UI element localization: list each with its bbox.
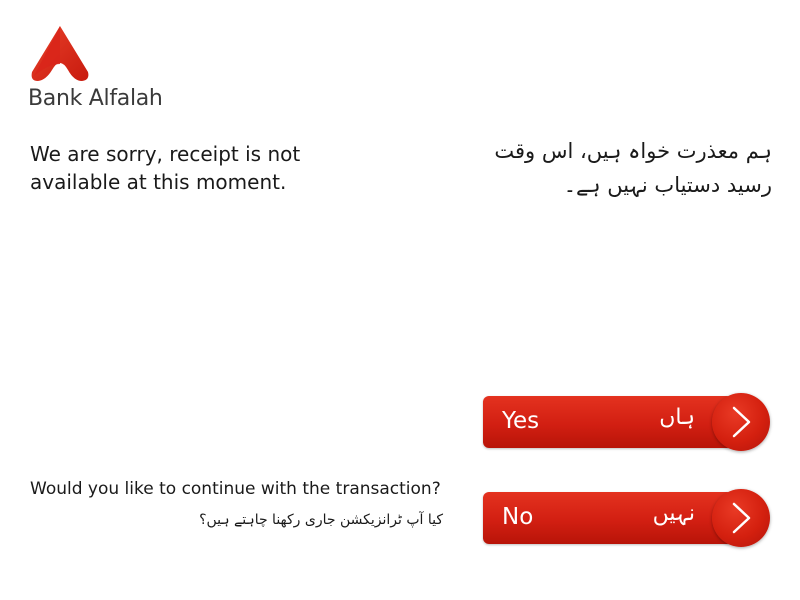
continue-question-urdu: کیا آپ ٹرانزیکشن جاری رکھنا چاہتے ہیں؟ <box>199 512 443 528</box>
chevron-right-icon <box>732 406 751 438</box>
no-button[interactable]: No نہیں <box>483 492 733 544</box>
bank-logo: Bank Alfalah <box>28 26 178 116</box>
receipt-message-english: We are sorry, receipt is not available a… <box>30 142 301 194</box>
no-arrow-button[interactable] <box>712 489 770 547</box>
brand-name: Bank Alfalah <box>28 86 163 111</box>
continue-question-english: Would you like to continue with the tran… <box>30 479 441 499</box>
atm-screen: Bank Alfalah We are sorry, receipt is no… <box>0 0 800 600</box>
receipt-message-urdu: ہم معذرت خواہ ہیں، اس وقت رسید دستیاب نہ… <box>494 139 772 197</box>
bank-alfalah-logo-icon <box>31 26 89 81</box>
yes-button-label-english: Yes <box>502 408 540 434</box>
yes-arrow-button[interactable] <box>712 393 770 451</box>
chevron-right-icon <box>732 502 751 534</box>
yes-button[interactable]: Yes ہاں <box>483 396 733 448</box>
no-button-label-english: No <box>502 504 534 530</box>
yes-button-label-urdu: ہاں <box>659 405 695 430</box>
no-button-label-urdu: نہیں <box>652 501 695 526</box>
